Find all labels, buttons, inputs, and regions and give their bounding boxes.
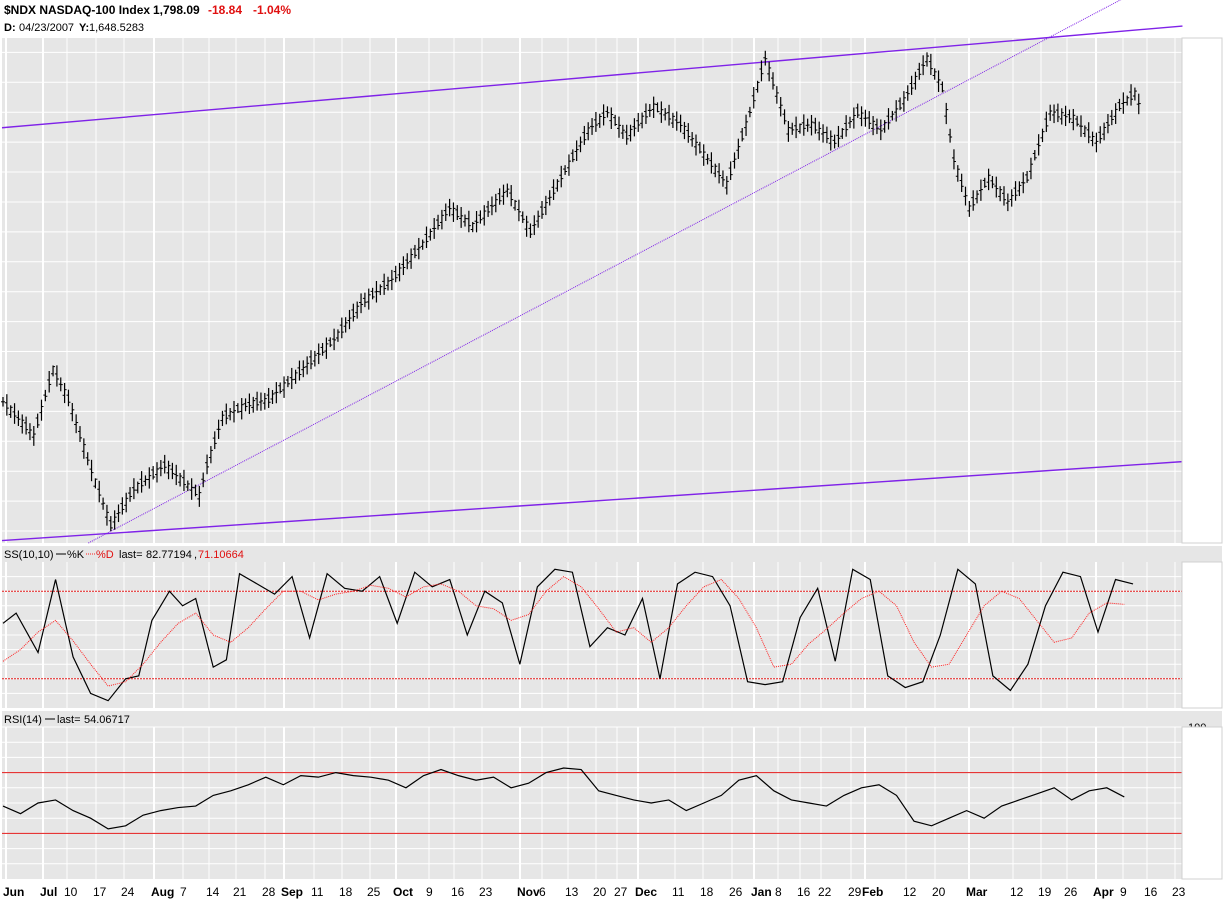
x-tick: 20 [932, 885, 946, 899]
x-tick: Apr [1093, 885, 1114, 899]
date-label: D: [4, 22, 16, 34]
rsi-last-label: last= [57, 714, 81, 726]
price-panel-bg [2, 38, 1182, 543]
rsi-axis-box [1181, 726, 1223, 880]
x-tick: Sep [281, 885, 303, 899]
x-tick: 19 [1038, 885, 1052, 899]
x-tick: 28 [262, 885, 276, 899]
x-tick: 10 [64, 885, 78, 899]
x-tick: 25 [367, 885, 381, 899]
x-tick: 11 [672, 885, 685, 899]
x-tick: 6 [539, 885, 546, 899]
stoch-axis-box [1181, 561, 1223, 709]
x-tick: 12 [903, 885, 917, 899]
x-tick: 23 [479, 885, 493, 899]
x-axis: Jun Jul 10 17 24 Aug 7 14 21 28 Sep 11 18 25 Oct 9 16 23 N… [3, 885, 1186, 899]
stoch-last-label: last= [119, 549, 143, 561]
header-pct: -1.04% [253, 3, 291, 17]
x-tick: 18 [339, 885, 353, 899]
rsi-panel: RSI(14) last= 54.06717 10203040506070809… [2, 711, 1223, 880]
x-tick: Jul [40, 885, 57, 899]
header-symbol: $NDX NASDAQ-100 Index [4, 3, 150, 17]
x-tick: 26 [1064, 885, 1078, 899]
header-change: -18.84 [208, 3, 242, 17]
x-tick: 9 [426, 885, 433, 899]
x-tick: 14 [206, 885, 220, 899]
stoch-k-label: %K [67, 549, 85, 561]
x-tick: 16 [797, 885, 811, 899]
x-tick: 26 [729, 885, 743, 899]
rsi-last: 54.06717 [84, 714, 130, 726]
x-tick: 11 [311, 885, 324, 899]
x-tick: 13 [565, 885, 579, 899]
x-tick: Jan [751, 885, 772, 899]
y-label: Y: [79, 22, 89, 34]
price-axis-box [1181, 37, 1223, 544]
x-tick: 18 [700, 885, 714, 899]
x-tick: Oct [393, 885, 413, 899]
stoch-sep: , [194, 549, 197, 561]
date-value: 04/23/2007 [19, 22, 74, 34]
price-panel: 1,4501,4751,5001,5251,5501,5751,6001,625… [1, 0, 1223, 544]
rsi-legend-name: RSI(14) [4, 714, 42, 726]
x-tick: Feb [862, 885, 883, 899]
x-tick: 24 [121, 885, 135, 899]
x-tick: 29 [848, 885, 862, 899]
x-tick: Dec [635, 885, 657, 899]
x-tick: Jun [3, 885, 24, 899]
x-tick: 8 [775, 885, 782, 899]
x-tick: 12 [1010, 885, 1024, 899]
x-tick: 23 [1172, 885, 1186, 899]
stock-chart: $NDX NASDAQ-100 Index 1,798.09 -18.84 -1… [1, 0, 1223, 899]
y-value: 1,648.5283 [89, 22, 144, 34]
stoch-k-last: 82.77194 [146, 549, 192, 561]
header-last: 1,798.09 [153, 3, 200, 17]
x-tick: 9 [1120, 885, 1127, 899]
x-tick: 22 [818, 885, 832, 899]
stoch-d-label: %D [96, 549, 114, 561]
x-tick: 16 [451, 885, 465, 899]
x-tick: Nov [517, 885, 540, 899]
stoch-panel: SS(10,10) %K %D last= 82.77194 , 71.1066… [2, 546, 1223, 709]
x-tick: 16 [1144, 885, 1158, 899]
x-tick: 17 [93, 885, 107, 899]
x-tick: 27 [614, 885, 628, 899]
stoch-legend-name: SS(10,10) [4, 549, 54, 561]
x-tick: 7 [180, 885, 187, 899]
x-tick: 21 [233, 885, 247, 899]
x-tick: 20 [593, 885, 607, 899]
rsi-legend-bar [2, 711, 1222, 727]
x-tick: Mar [966, 885, 988, 899]
stoch-d-last: 71.10664 [198, 549, 244, 561]
x-tick: Aug [151, 885, 174, 899]
